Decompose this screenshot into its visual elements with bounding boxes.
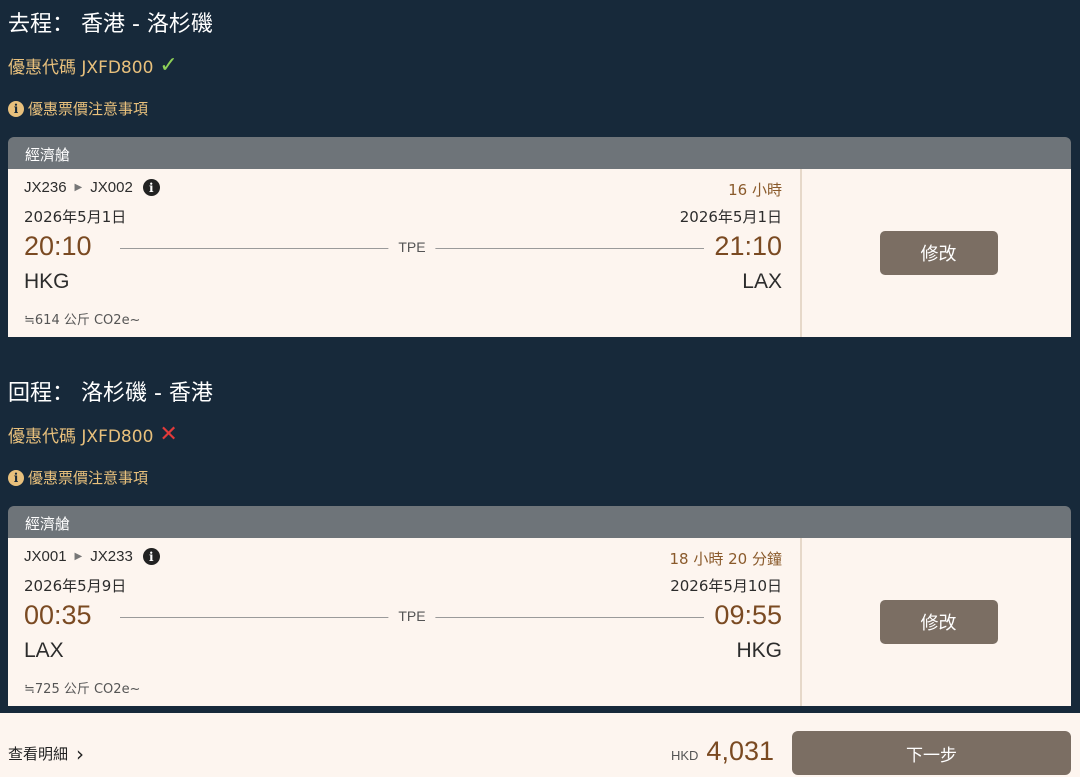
stopover-code: TPE (388, 239, 436, 255)
total-price: HKD 4,031 (671, 736, 774, 767)
inbound-flight-card: 經濟艙 JX001 ▶ JX233 i 18 小時 20 分鐘 2026年5月9… (8, 506, 1071, 706)
info-icon: i (8, 100, 24, 117)
play-arrow-icon: ▶ (74, 551, 83, 562)
departure-time: 00:35 (24, 600, 92, 630)
arrival-time: 21:10 (714, 231, 782, 261)
departure-airport: LAX (24, 639, 64, 662)
arrival-time: 09:55 (714, 600, 782, 630)
outbound-notice-label: 優惠票價注意事項 (28, 100, 149, 118)
view-details-label: 查看明細 (8, 745, 69, 763)
outbound-fare-notice[interactable]: i 優惠票價注意事項 (8, 98, 148, 119)
flight-number: JX001 (24, 548, 67, 565)
outbound-flight-numbers: JX236 ▶ JX002 i (24, 179, 160, 196)
inbound-fare-notice[interactable]: i 優惠票價注意事項 (8, 467, 148, 488)
outbound-cabin-header: 經濟艙 (8, 137, 1071, 169)
route-line: TPE (120, 608, 704, 624)
arrival-date: 2026年5月1日 (679, 208, 782, 226)
inbound-cabin-header: 經濟艙 (8, 506, 1071, 538)
info-icon: i (8, 469, 24, 486)
inbound-flight-numbers: JX001 ▶ JX233 i (24, 548, 160, 565)
outbound-promo-text: 優惠代碼 JXFD800 (8, 58, 154, 78)
outbound-flight-card: 經濟艙 JX236 ▶ JX002 i 16 小時 2026年5月1日 2026… (8, 137, 1071, 337)
departure-date: 2026年5月1日 (24, 208, 127, 226)
route-line: TPE (120, 239, 704, 255)
arrival-date: 2026年5月10日 (670, 577, 782, 595)
arrival-airport: LAX (742, 270, 782, 293)
outbound-duration: 16 小時 (728, 181, 782, 199)
inbound-title: 回程： 洛杉磯 - 香港 (8, 381, 213, 406)
outbound-edit-button[interactable]: 修改 (879, 231, 998, 275)
checkmark-icon: ✓ (159, 52, 178, 78)
outbound-title: 去程： 香港 - 洛杉磯 (8, 12, 213, 37)
bottom-bar: 查看明細 › HKD 4,031 下一步 (0, 713, 1080, 777)
next-step-button[interactable]: 下一步 (792, 731, 1071, 775)
inbound-notice-label: 優惠票價注意事項 (28, 469, 149, 487)
departure-date: 2026年5月9日 (24, 577, 127, 595)
price-amount: 4,031 (706, 736, 774, 766)
co2-estimate: ≒614 公斤 CO2e~ (24, 313, 141, 328)
inbound-edit-button[interactable]: 修改 (879, 600, 998, 644)
price-currency: HKD (670, 748, 699, 763)
arrival-airport: HKG (736, 639, 782, 662)
play-arrow-icon: ▶ (74, 182, 83, 193)
stopover-code: TPE (388, 608, 436, 624)
outbound-promo: 優惠代碼 JXFD800 ✓ (8, 53, 178, 78)
view-details-link[interactable]: 查看明細 › (8, 743, 84, 764)
cross-icon: ✕ (159, 421, 178, 447)
departure-time: 20:10 (24, 231, 92, 261)
inbound-promo-text: 優惠代碼 JXFD800 (8, 427, 154, 447)
inbound-promo: 優惠代碼 JXFD800 ✕ (8, 422, 178, 447)
inbound-duration: 18 小時 20 分鐘 (669, 550, 782, 568)
info-icon[interactable]: i (142, 548, 160, 565)
chevron-right-icon: › (76, 741, 85, 766)
flight-number: JX002 (90, 179, 133, 196)
co2-estimate: ≒725 公斤 CO2e~ (24, 682, 141, 697)
info-icon[interactable]: i (142, 179, 160, 196)
departure-airport: HKG (24, 270, 70, 293)
flight-number: JX236 (24, 179, 67, 196)
flight-number: JX233 (90, 548, 133, 565)
